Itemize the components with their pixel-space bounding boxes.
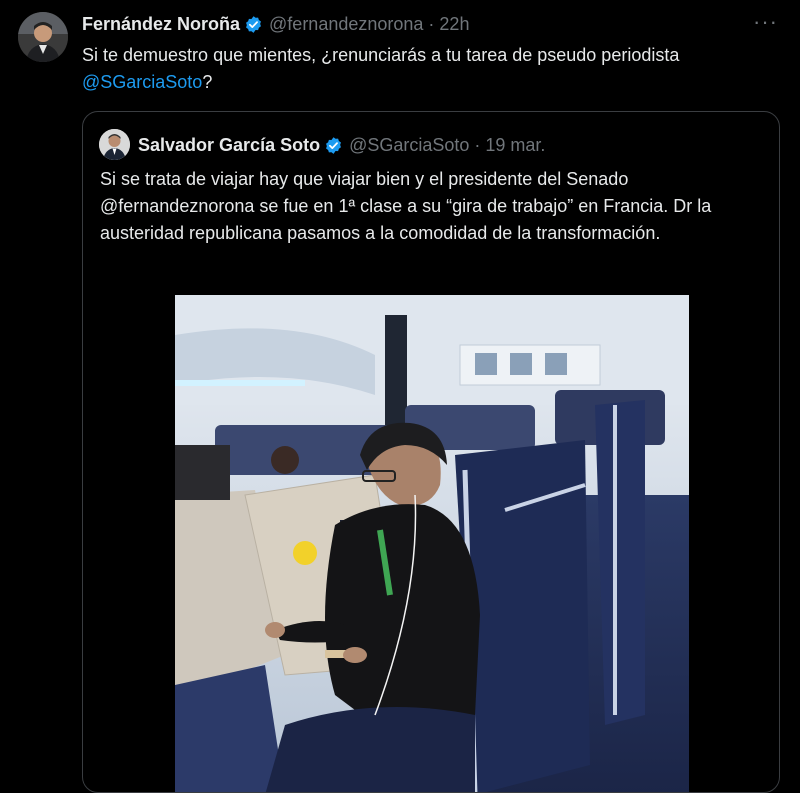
quoted-tweet-header: Salvador García Soto @SGarciaSoto · 19 m…: [138, 132, 545, 158]
author-avatar[interactable]: [18, 12, 68, 62]
tweet-body: Si te demuestro que mientes, ¿renunciará…: [82, 45, 680, 65]
tweet-text: Si te demuestro que mientes, ¿renunciará…: [82, 42, 782, 96]
verified-badge-icon: [326, 136, 342, 154]
separator-dot: ·: [423, 13, 440, 34]
mention-link[interactable]: @SGarciaSoto: [82, 72, 202, 92]
quoted-author-avatar[interactable]: [99, 129, 130, 160]
author-name[interactable]: Fernández Noroña: [82, 14, 240, 35]
author-handle[interactable]: @fernandeznorona: [269, 14, 423, 35]
tweet[interactable]: Fernández Noroña @fernandeznorona · 22h …: [0, 0, 800, 793]
quoted-author-name[interactable]: Salvador García Soto: [138, 135, 320, 156]
quoted-tweet[interactable]: Salvador García Soto @SGarciaSoto · 19 m…: [82, 111, 780, 793]
quoted-tweet-date[interactable]: 19 mar.: [485, 135, 545, 156]
quoted-author-handle[interactable]: @SGarciaSoto: [349, 135, 469, 156]
tweet-header: Fernández Noroña @fernandeznorona · 22h: [82, 11, 469, 37]
tweet-time[interactable]: 22h: [439, 14, 469, 35]
tweet-body-end: ?: [202, 72, 213, 92]
quoted-tweet-text: Si se trata de viajar hay que viajar bie…: [100, 169, 712, 243]
verified-badge-icon: [246, 15, 261, 33]
separator-dot: ·: [469, 134, 486, 155]
quoted-tweet-photo[interactable]: [175, 295, 689, 792]
more-horizontal-icon[interactable]: ···: [753, 11, 778, 33]
